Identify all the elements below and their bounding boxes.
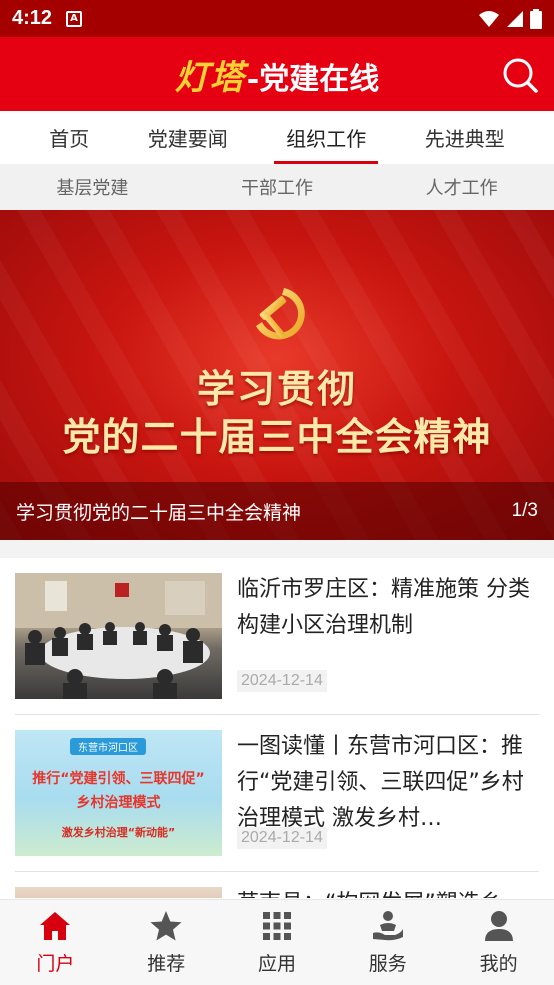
subtab-cadre-work[interactable]: 干部工作	[185, 164, 370, 210]
thumb-tag: 东营市河口区	[70, 738, 146, 755]
subtab-talent-work[interactable]: 人才工作	[369, 164, 554, 210]
nav-profile[interactable]: 我的	[443, 900, 554, 985]
news-title: 临沂市罗庄区：精准施策 分类构建小区治理机制	[237, 577, 530, 638]
nav-apps[interactable]: 应用	[222, 900, 333, 985]
home-icon	[40, 912, 71, 940]
status-bar: 4:12 A	[0, 0, 554, 37]
news-thumbnail: 东营市河口区 推行“党建引领、三联四促” 乡村治理模式 激发乡村治理“新动能”	[15, 730, 222, 856]
primary-tabs: 首页 党建要闻 组织工作 先进典型	[0, 111, 554, 164]
meeting-photo	[15, 573, 222, 699]
secondary-tabs: 基层党建 干部工作 人才工作	[0, 164, 554, 210]
status-time: 4:12	[12, 7, 53, 29]
nav-label: 服务	[368, 953, 407, 975]
banner-caption: 学习贯彻党的二十届三中全会精神	[16, 501, 302, 524]
news-thumbnail	[15, 887, 222, 898]
bottom-navigation: 门户 推荐 应用 服务 我的	[0, 899, 554, 985]
tab-organization-work[interactable]: 组织工作	[274, 111, 379, 164]
star-icon	[150, 911, 182, 941]
service-icon	[372, 911, 403, 941]
app-subtitle: -党建在线	[246, 61, 380, 97]
news-list: 临沂市罗庄区：精准施策 分类构建小区治理机制 2024-12-14 东营市河口区…	[0, 558, 554, 898]
profile-icon	[484, 911, 513, 941]
tab-advanced-models[interactable]: 先进典型	[417, 111, 513, 164]
section-divider	[0, 540, 554, 558]
news-item[interactable]: 临沂市罗庄区：精准施策 分类构建小区治理机制 2024-12-14	[15, 558, 539, 715]
news-title: 莒南县：“构网发展”塑造乡	[237, 886, 539, 898]
party-emblem-icon	[256, 288, 305, 340]
news-date: 2024-12-14	[237, 670, 327, 692]
signal-icon	[507, 10, 523, 27]
app-header: 灯塔 -党建在线	[0, 37, 554, 111]
banner-caption-bar: 学习贯彻党的二十届三中全会精神 1/3	[0, 482, 554, 540]
app-title: 灯塔 -党建在线	[175, 50, 379, 99]
news-date: 2024-12-14	[237, 827, 327, 849]
nav-portal[interactable]: 门户	[0, 900, 111, 985]
banner-headline-line2: 党的二十届三中全会精神	[62, 415, 492, 459]
nav-services[interactable]: 服务	[332, 900, 443, 985]
thumb-line2: 乡村治理模式	[76, 795, 161, 811]
search-icon	[503, 58, 538, 93]
banner-headline-line1: 学习贯彻	[196, 367, 357, 411]
battery-icon	[530, 8, 542, 29]
wifi-icon	[479, 10, 499, 27]
nav-label: 我的	[479, 953, 518, 975]
news-item[interactable]: 东营市河口区 推行“党建引领、三联四促” 乡村治理模式 激发乡村治理“新动能” …	[15, 715, 539, 872]
brand-logo-text: 灯塔	[174, 57, 245, 98]
nav-label: 推荐	[147, 953, 186, 975]
nav-label: 应用	[257, 953, 296, 975]
notification-icon: A	[66, 10, 83, 27]
banner-page-counter: 1/3	[511, 500, 538, 521]
thumb-line3: 激发乡村治理“新动能”	[61, 826, 176, 839]
banner-carousel[interactable]: 学习贯彻 党的二十届三中全会精神 学习贯彻党的二十届三中全会精神 1/3	[0, 210, 554, 540]
search-button[interactable]	[500, 55, 540, 95]
status-indicators	[478, 8, 542, 29]
news-title: 一图读懂丨东营市河口区：推行“党建引领、三联四促”乡村治理模式 激发乡村…	[237, 734, 524, 831]
tab-party-news[interactable]: 党建要闻	[140, 111, 236, 164]
thumb-line1: 推行“党建引领、三联四促”	[32, 771, 205, 787]
tab-home[interactable]: 首页	[41, 111, 97, 164]
grid-icon	[262, 912, 291, 940]
nav-recommend[interactable]: 推荐	[111, 900, 222, 985]
news-thumbnail	[15, 573, 222, 699]
nav-label: 门户	[36, 953, 75, 975]
news-item[interactable]: 莒南县：“构网发展”塑造乡	[15, 872, 539, 898]
subtab-grassroots[interactable]: 基层党建	[0, 164, 185, 210]
